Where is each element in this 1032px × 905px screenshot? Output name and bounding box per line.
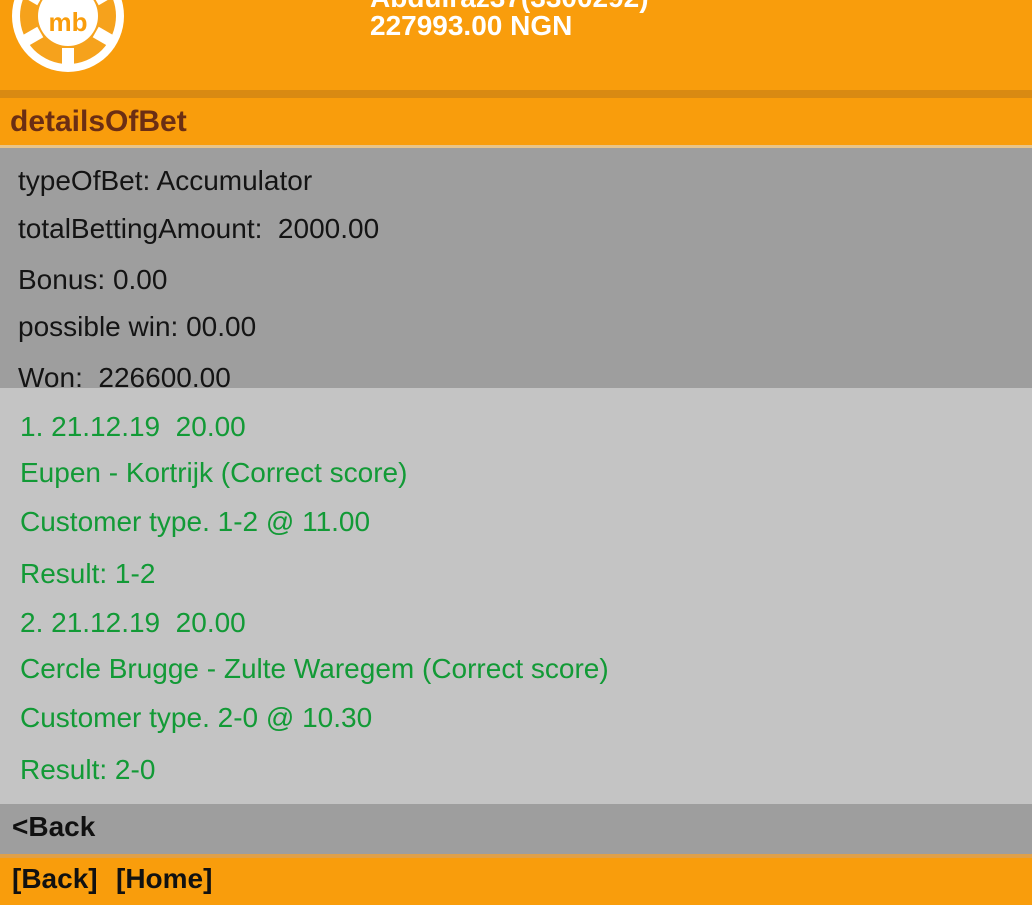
footer-nav: [Back] [Home] xyxy=(0,858,1032,905)
match-pick: Customer type. 2-0 @ 10.30 xyxy=(20,702,373,733)
logo-text: mb xyxy=(49,7,88,37)
bonus-amount: Bonus: 0.00 xyxy=(18,264,168,295)
match-header: 1. 21.12.19 20.00 xyxy=(20,411,246,442)
total-betting-amount: totalBettingAmount: 2000.00 xyxy=(18,213,380,244)
header: mb Abdulraz37(3300292) 227993.00 NGN xyxy=(0,0,1032,90)
match-pick: Customer type. 1-2 @ 11.00 xyxy=(20,506,371,537)
match-header: 2. 21.12.19 20.00 xyxy=(20,607,246,638)
account-balance: 227993.00 NGN xyxy=(370,10,573,41)
match-result: Result: 1-2 xyxy=(20,558,156,589)
bet-summary: typeOfBet: Accumulator totalBettingAmoun… xyxy=(0,148,1032,393)
header-divider xyxy=(0,90,1032,98)
match-list: 1. 21.12.19 20.00 Eupen - Kortrijk (Corr… xyxy=(0,388,1032,804)
section-bar: detailsOfBet xyxy=(0,98,1032,148)
back-bar: <Back xyxy=(0,804,1032,854)
page-title: detailsOfBet xyxy=(10,105,187,138)
match-result: Result: 2-0 xyxy=(20,754,156,785)
possible-win: possible win: 00.00 xyxy=(18,311,257,342)
footer-back-link[interactable]: [Back] xyxy=(12,862,98,896)
match-teams: Eupen - Kortrijk (Correct score) xyxy=(20,457,408,488)
back-link[interactable]: <Back xyxy=(12,810,95,844)
footer-home-link[interactable]: [Home] xyxy=(116,862,212,896)
match-teams: Cercle Brugge - Zulte Waregem (Correct s… xyxy=(20,653,609,684)
bet-type: typeOfBet: Accumulator xyxy=(18,165,313,196)
logo-icon[interactable]: mb xyxy=(8,0,128,76)
